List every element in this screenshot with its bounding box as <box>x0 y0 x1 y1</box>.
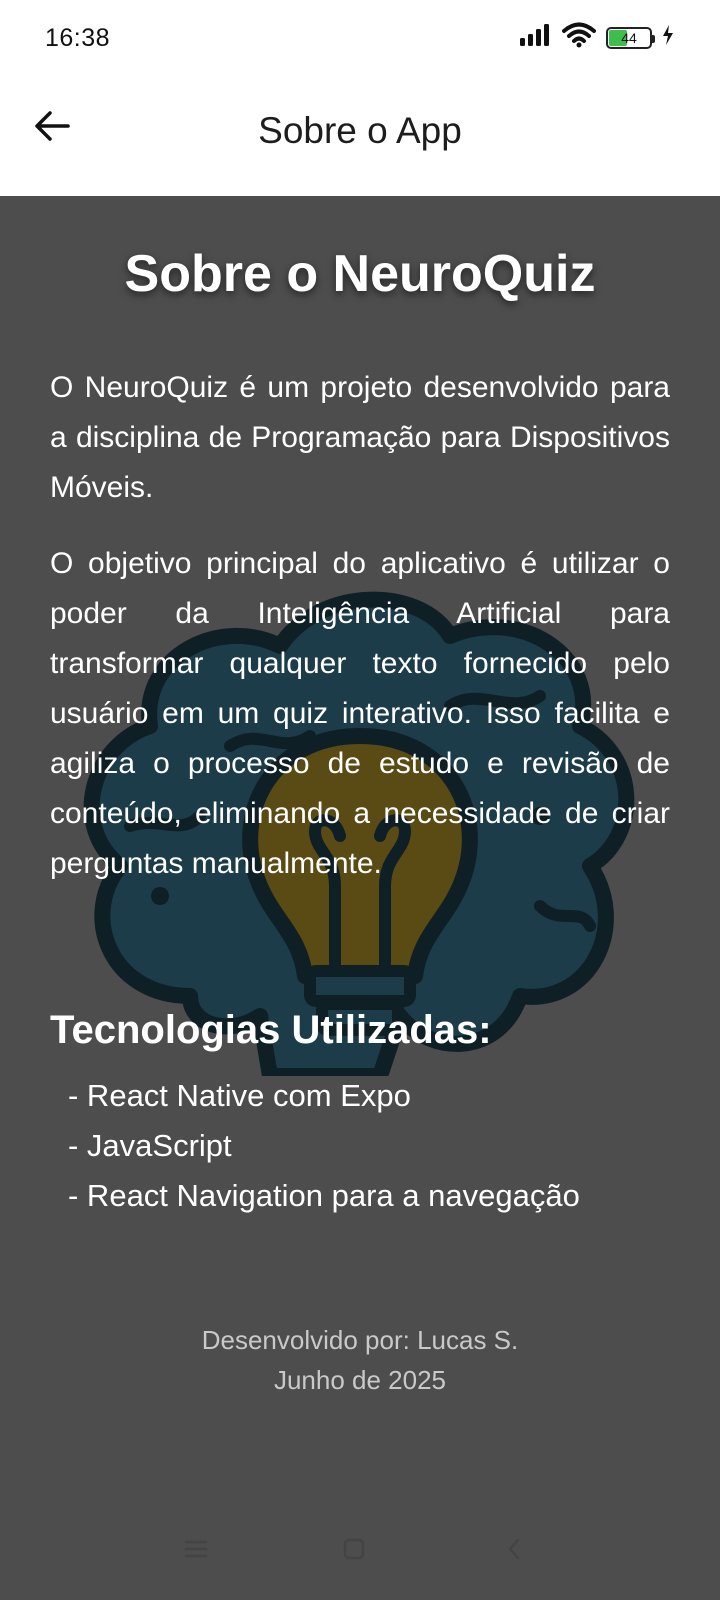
date-credit: Junho de 2025 <box>273 1365 447 1395</box>
about-content[interactable]: Sobre o NeuroQuiz O NeuroQuiz é um proje… <box>0 196 720 1600</box>
status-bar: 16:38 44 <box>0 0 720 80</box>
status-icons: 44 <box>520 22 674 53</box>
app-bar: Sobre o App <box>0 80 720 196</box>
status-time: 16:38 <box>45 24 111 52</box>
technologies-heading: Tecnologias Utilizadas: <box>50 1008 492 1052</box>
about-heading: Sobre o NeuroQuiz <box>124 245 596 303</box>
list-item: - React Navigation para a navegação <box>68 1178 580 1213</box>
list-item: - React Native com Expo <box>68 1078 411 1113</box>
charging-icon <box>662 25 674 50</box>
battery-icon: 44 <box>606 26 655 49</box>
menu-icon <box>184 1539 208 1564</box>
nav-menu-button[interactable] <box>176 1536 216 1566</box>
nav-back-button[interactable] <box>494 1536 534 1566</box>
chevron-left-icon <box>506 1537 522 1566</box>
page-title: Sobre o App <box>258 110 462 151</box>
intro-paragraph: O NeuroQuiz é um projeto desenvolvido pa… <box>50 371 670 504</box>
system-nav-bar <box>0 1500 720 1600</box>
footer-credits: Desenvolvido por: Lucas S. Junho de 2025 <box>0 1320 720 1400</box>
signal-icon <box>520 24 552 51</box>
wifi-icon <box>562 22 596 53</box>
technologies-list: - React Native com Expo - JavaScript - R… <box>68 1071 580 1221</box>
list-item: - JavaScript <box>68 1128 232 1163</box>
objective-paragraph: O objetivo principal do aplicativo é uti… <box>50 547 670 880</box>
battery-level: 44 <box>621 29 637 46</box>
square-icon <box>343 1538 365 1565</box>
developer-credit: Desenvolvido por: Lucas S. <box>201 1325 519 1355</box>
nav-home-button[interactable] <box>334 1536 374 1566</box>
